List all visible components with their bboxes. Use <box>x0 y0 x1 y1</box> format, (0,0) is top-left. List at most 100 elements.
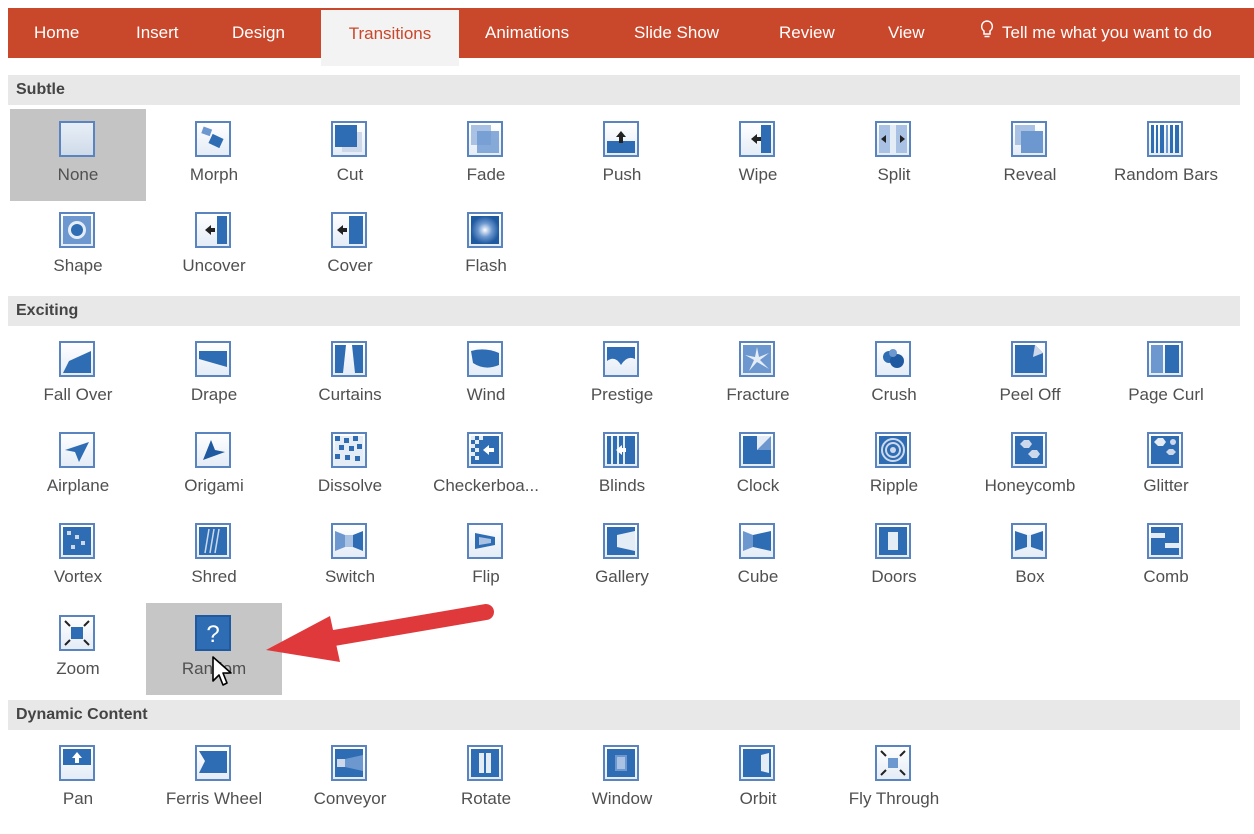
transition-ripple[interactable]: Ripple <box>826 420 962 512</box>
transition-blinds[interactable]: Blinds <box>554 420 690 512</box>
ferris-wheel-icon <box>195 745 231 781</box>
transition-label: Window <box>591 789 653 808</box>
transition-doors[interactable]: Doors <box>826 511 962 603</box>
transition-fly-through[interactable]: Fly Through <box>826 733 962 825</box>
transition-checkerboard[interactable]: Checkerboa... <box>418 420 554 512</box>
transition-shred[interactable]: Shred <box>146 511 282 603</box>
transition-flash[interactable]: Flash <box>418 200 554 292</box>
transition-label: Box <box>1015 567 1045 586</box>
rotate-icon <box>467 745 503 781</box>
cut-icon <box>331 121 367 157</box>
transition-random-bars[interactable]: Random Bars <box>1098 109 1234 201</box>
flip-icon <box>467 523 503 559</box>
transition-label: Doors <box>871 567 917 586</box>
switch-icon <box>331 523 367 559</box>
transition-push[interactable]: Push <box>554 109 690 201</box>
transition-fall-over[interactable]: Fall Over <box>10 329 146 421</box>
transition-zoom[interactable]: Zoom <box>10 603 146 695</box>
transition-wipe[interactable]: Wipe <box>690 109 826 201</box>
prestige-icon <box>603 341 639 377</box>
transition-label: Conveyor <box>313 789 387 808</box>
transition-label: Fracture <box>726 385 790 404</box>
section-dynamic-content: Dynamic Content <box>8 700 1240 730</box>
transition-clock[interactable]: Clock <box>690 420 826 512</box>
none-icon <box>59 121 95 157</box>
tab-home[interactable]: Home <box>34 8 79 58</box>
transition-shape[interactable]: Shape <box>10 200 146 292</box>
tab-animations[interactable]: Animations <box>485 8 569 58</box>
zoom-icon <box>59 615 95 651</box>
transition-prestige[interactable]: Prestige <box>554 329 690 421</box>
crush-icon <box>875 341 911 377</box>
transition-cover[interactable]: Cover <box>282 200 418 292</box>
transition-window[interactable]: Window <box>554 733 690 825</box>
transition-label: Blinds <box>598 476 646 495</box>
tab-view[interactable]: View <box>888 8 925 58</box>
transition-origami[interactable]: Origami <box>146 420 282 512</box>
tell-me-box[interactable]: Tell me what you want to do <box>980 8 1212 58</box>
cover-icon <box>331 212 367 248</box>
transition-drape[interactable]: Drape <box>146 329 282 421</box>
transition-flip[interactable]: Flip <box>418 511 554 603</box>
transition-reveal[interactable]: Reveal <box>962 109 1098 201</box>
transition-label: Shred <box>191 567 237 586</box>
transition-label: Glitter <box>1143 476 1189 495</box>
transition-box[interactable]: Box <box>962 511 1098 603</box>
transition-split[interactable]: Split <box>826 109 962 201</box>
transition-label: Uncover <box>182 256 246 275</box>
transition-conveyor[interactable]: Conveyor <box>282 733 418 825</box>
morph-icon <box>195 121 231 157</box>
tab-slide-show[interactable]: Slide Show <box>634 8 719 58</box>
airplane-icon <box>59 432 95 468</box>
transition-switch[interactable]: Switch <box>282 511 418 603</box>
transition-crush[interactable]: Crush <box>826 329 962 421</box>
comb-icon <box>1147 523 1183 559</box>
wipe-icon <box>739 121 775 157</box>
transition-comb[interactable]: Comb <box>1098 511 1234 603</box>
transition-gallery[interactable]: Gallery <box>554 511 690 603</box>
transition-morph[interactable]: Morph <box>146 109 282 201</box>
lightbulb-icon <box>980 8 994 58</box>
blinds-icon <box>603 432 639 468</box>
tab-insert[interactable]: Insert <box>136 8 179 58</box>
transition-none[interactable]: None <box>10 109 146 201</box>
transition-vortex[interactable]: Vortex <box>10 511 146 603</box>
gallery-icon <box>603 523 639 559</box>
transition-dissolve[interactable]: Dissolve <box>282 420 418 512</box>
mouse-cursor-icon <box>212 656 232 686</box>
transition-label: None <box>57 165 99 184</box>
transition-curtains[interactable]: Curtains <box>282 329 418 421</box>
transition-label: Ferris Wheel <box>165 789 263 808</box>
transition-fade[interactable]: Fade <box>418 109 554 201</box>
transition-uncover[interactable]: Uncover <box>146 200 282 292</box>
fracture-icon <box>739 341 775 377</box>
random-bars-icon <box>1147 121 1183 157</box>
transition-glitter[interactable]: Glitter <box>1098 420 1234 512</box>
transition-page-curl[interactable]: Page Curl <box>1098 329 1234 421</box>
tab-transitions[interactable]: Transitions <box>321 10 459 66</box>
transition-honeycomb[interactable]: Honeycomb <box>962 420 1098 512</box>
transition-label: Push <box>602 165 642 184</box>
ribbon-tab-bar: Home Insert Design Transitions Animation… <box>8 8 1254 66</box>
transition-pan[interactable]: Pan <box>10 733 146 825</box>
transition-wind[interactable]: Wind <box>418 329 554 421</box>
transition-label: Clock <box>736 476 780 495</box>
transition-label: Reveal <box>1003 165 1057 184</box>
cube-icon <box>739 523 775 559</box>
transition-fracture[interactable]: Fracture <box>690 329 826 421</box>
transition-ferris-wheel[interactable]: Ferris Wheel <box>146 733 282 825</box>
transition-peel-off[interactable]: Peel Off <box>962 329 1098 421</box>
transition-orbit[interactable]: Orbit <box>690 733 826 825</box>
transition-label: Pan <box>62 789 94 808</box>
shape-icon <box>59 212 95 248</box>
tab-design[interactable]: Design <box>232 8 285 58</box>
doors-icon <box>875 523 911 559</box>
tab-review[interactable]: Review <box>779 8 835 58</box>
transition-cut[interactable]: Cut <box>282 109 418 201</box>
transition-airplane[interactable]: Airplane <box>10 420 146 512</box>
transition-label: Shape <box>53 256 103 275</box>
transition-label: Ripple <box>869 476 919 495</box>
transition-rotate[interactable]: Rotate <box>418 733 554 825</box>
transition-label: Fade <box>466 165 506 184</box>
transition-cube[interactable]: Cube <box>690 511 826 603</box>
